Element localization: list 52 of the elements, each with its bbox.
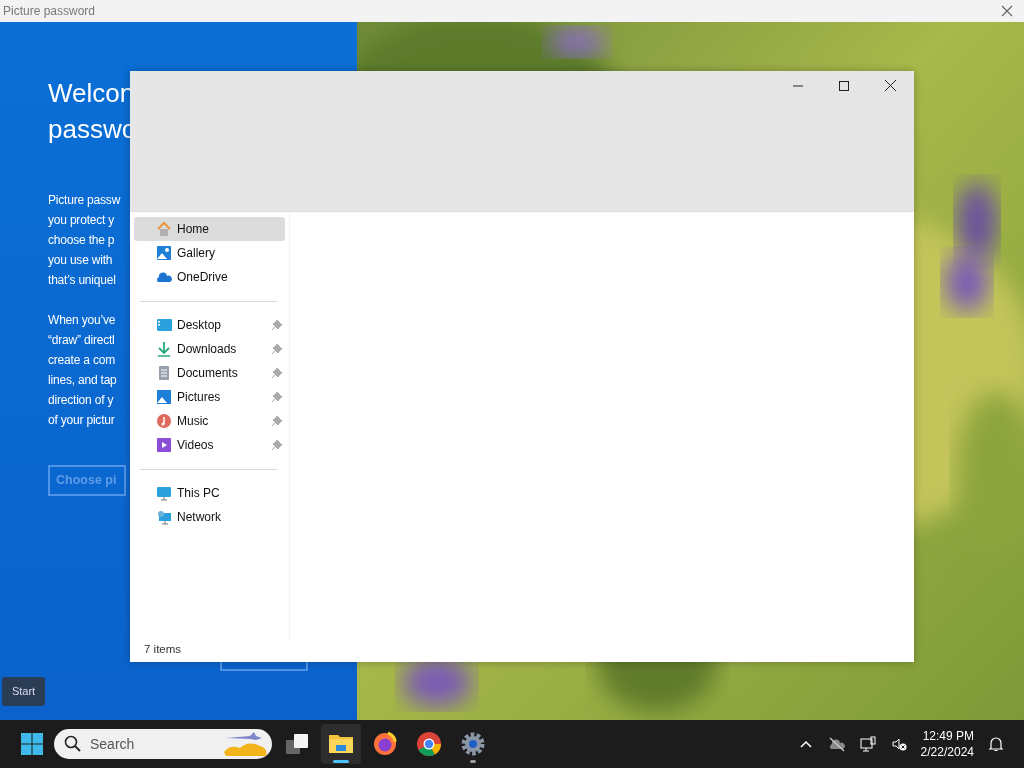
picture-icon	[156, 389, 172, 405]
chrome-icon	[415, 730, 443, 758]
task-view-icon[interactable]	[284, 732, 310, 756]
desktop-icon	[156, 317, 172, 333]
taskbar-button[interactable]	[321, 724, 361, 764]
music-note-icon	[156, 413, 172, 429]
sidebar-item[interactable]: This PC	[134, 481, 285, 505]
sidebar-item[interactable]: Documents	[134, 361, 285, 385]
paragraph-line: When you’ve	[48, 312, 116, 329]
sidebar-item[interactable]: Music	[134, 409, 285, 433]
close-icon	[884, 80, 896, 92]
paragraph-line: you protect y	[48, 212, 115, 229]
download-icon	[156, 341, 172, 357]
search-field[interactable]: Search	[54, 729, 272, 759]
network-icon	[156, 509, 172, 525]
paragraph-line: create a com	[48, 352, 115, 369]
monitor-icon	[156, 485, 172, 501]
paragraph-line: “draw” directl	[48, 332, 115, 349]
sidebar-item[interactable]: Gallery	[134, 241, 285, 265]
maximize-icon	[839, 80, 849, 91]
paragraph-line: you use with	[48, 252, 113, 269]
sidebar-item[interactable]: Videos	[134, 433, 285, 457]
firefox-icon	[371, 730, 399, 758]
video-icon	[156, 437, 172, 453]
gear-icon	[459, 730, 487, 758]
sidebar-item[interactable]: Desktop	[134, 313, 285, 337]
window-title: Picture password	[2, 3, 96, 20]
speaker-muted-icon[interactable]	[890, 736, 907, 752]
status-text: 7 items	[144, 642, 182, 655]
clock[interactable]: 12:49 PM 2/22/2024	[920, 728, 974, 760]
paragraph-line: choose the p	[48, 232, 115, 249]
sidebar-item[interactable]: Pictures	[134, 385, 285, 409]
cloud-off-icon[interactable]	[828, 736, 845, 752]
gallery-icon	[156, 245, 172, 261]
close-icon[interactable]	[1001, 5, 1013, 17]
paragraph-line: Picture passw	[48, 192, 121, 209]
sidebar-item[interactable]: Home	[134, 217, 285, 241]
tooltip: Start	[2, 677, 45, 706]
sidebar-item[interactable]: Network	[134, 505, 285, 529]
sidebar-item[interactable]: OneDrive	[134, 265, 285, 289]
notification-bell-icon[interactable]	[988, 736, 1004, 752]
network-monitor-icon[interactable]	[859, 736, 876, 752]
home-icon	[156, 221, 172, 237]
search-icon	[64, 735, 82, 753]
paragraph-line: direction of y	[48, 392, 114, 409]
paragraph-line: that’s uniquel	[48, 272, 116, 289]
cloud-icon	[156, 269, 172, 285]
document-icon	[156, 365, 172, 381]
windows-logo-icon[interactable]	[20, 732, 44, 756]
sidebar-item[interactable]: Downloads	[134, 337, 285, 361]
paragraph-line: of your pictur	[48, 412, 115, 429]
paragraph-line: lines, and tap	[48, 372, 117, 389]
